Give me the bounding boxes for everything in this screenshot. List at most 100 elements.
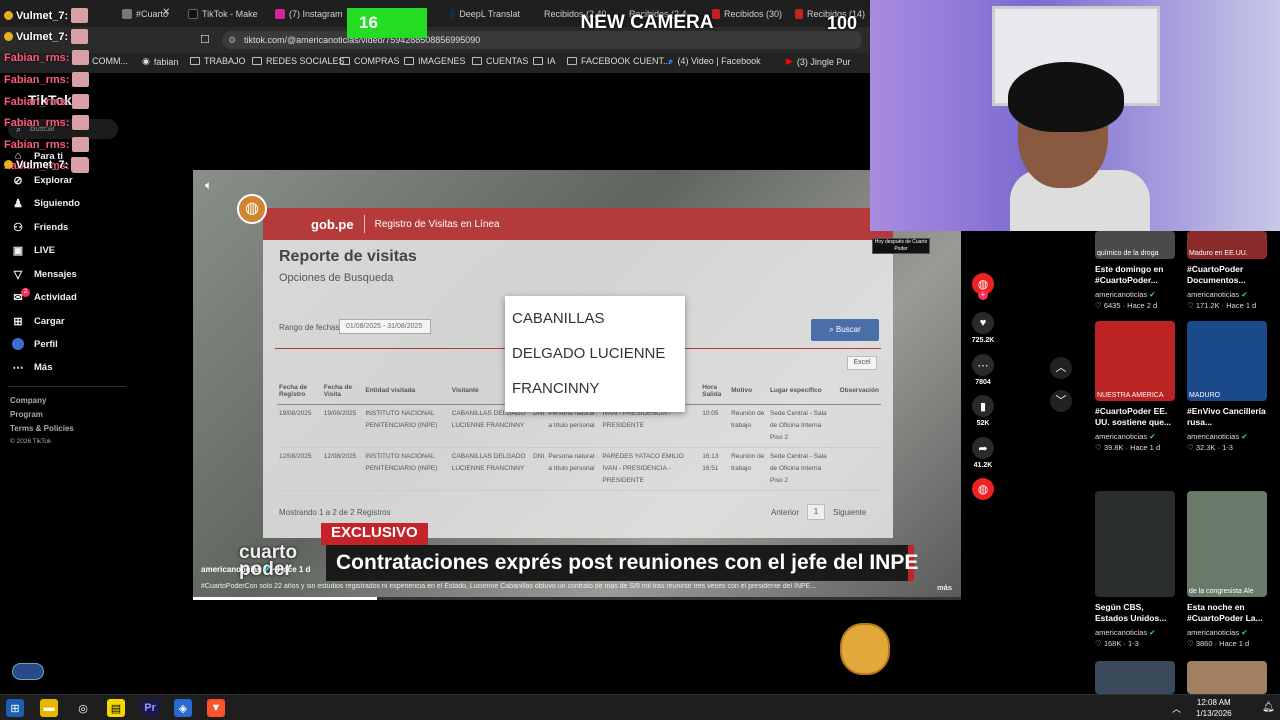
bookmark-item[interactable]: IMAGENES	[404, 56, 466, 66]
video-author[interactable]: americanoticias ✔ · Hace 1 d	[201, 565, 310, 574]
nav-mas[interactable]: ⋯ Más	[12, 361, 53, 374]
tab-favicon	[122, 9, 132, 19]
bookmark-item[interactable]: TRABAJO	[190, 56, 246, 66]
bookmark-item[interactable]: ● (4) Video | Facebook	[668, 56, 761, 66]
music-disc[interactable]: ◍	[971, 478, 995, 500]
table-cell: PAREDES YATACO EMILIO IVAN - PRESIDENCIA…	[600, 447, 701, 491]
table-body: 19/08/2025 19/08/2025 INSTITUTO NACIONAL P…	[277, 404, 881, 491]
obs-icon[interactable]: ◎	[74, 699, 92, 717]
bookmark-item[interactable]: REDES SOCIALES	[252, 56, 345, 66]
nav-perfil[interactable]: Perfil	[12, 338, 58, 350]
nav-label: Cargar	[34, 315, 65, 327]
bookmark-star-icon[interactable]: ☐	[200, 33, 210, 46]
tab-tiktok[interactable]: TikTok - Make	[188, 4, 258, 24]
folder-icon	[340, 57, 350, 65]
feed-title[interactable]: #EnVivo Cancillería rusa...	[1187, 406, 1269, 430]
footer-link[interactable]: Company	[10, 396, 46, 405]
bookmark-item[interactable]: ◉ fabian	[142, 56, 178, 67]
nav-cargar[interactable]: ⊞ Cargar	[12, 315, 65, 328]
feed-title[interactable]: Este domingo en #CuartoPoder...	[1095, 264, 1177, 288]
pagination: Anterior 1 Siguiente	[771, 504, 866, 520]
footer-link[interactable]: Terms & Policies	[10, 424, 74, 433]
bookmark-label: FACEBOOK CUENT...	[581, 56, 671, 66]
notification-bell-icon[interactable]: 🔔︎	[1262, 702, 1275, 713]
notes-icon[interactable]: ▤	[107, 699, 125, 717]
nav-live[interactable]: ▣ LIVE	[12, 244, 55, 257]
feed-author-name: americanoticias	[1095, 290, 1148, 299]
save-button[interactable]: ▮ 52K	[971, 395, 995, 427]
feed-thumbnail[interactable]: NUESTRA AMERICA	[1095, 321, 1175, 401]
promo-badge: Hoy después de Cuarto Poder	[872, 238, 930, 254]
clock-time: 12:08 AM	[1196, 698, 1231, 707]
comment-button[interactable]: ⋯ 7804	[971, 354, 995, 386]
nav-explorar[interactable]: ⊘ Explorar	[12, 174, 72, 187]
video-progress[interactable]	[193, 597, 961, 600]
feed-author[interactable]: americanoticias ✔	[1095, 432, 1155, 441]
bookmark-item[interactable]: COMPRAS	[340, 56, 400, 66]
feed-title[interactable]: #CuartoPoder Documentos...	[1187, 264, 1269, 288]
verified-icon: ✔	[1239, 432, 1248, 441]
feed-author[interactable]: americanoticias ✔	[1095, 628, 1155, 637]
tab-instagram[interactable]: (7) Instagram	[275, 4, 345, 24]
bookmark-item[interactable]: FACEBOOK CUENT...	[567, 56, 671, 66]
previous-video-button[interactable]: ︿	[1050, 357, 1072, 379]
nav-friends[interactable]: ⚇ Friends	[12, 221, 68, 234]
feed-views: 171.2K	[1195, 301, 1220, 310]
bookmark-item[interactable]: CUENTAS	[472, 56, 528, 66]
video-player[interactable]: 🔈︎ gob.pe Registro de Visitas en Línea R…	[193, 170, 961, 600]
bookmark-item[interactable]: COMM...	[92, 56, 128, 66]
feed-thumbnail[interactable]	[1095, 661, 1175, 694]
nav-mensajes[interactable]: ▽ Mensajes	[12, 268, 77, 281]
next-video-button[interactable]: ﹀	[1050, 390, 1072, 412]
feed-views: 168K	[1103, 639, 1122, 648]
feed-title[interactable]: Según CBS, Estados Unidos...	[1095, 602, 1177, 626]
bookmark-label: CUENTAS	[486, 56, 529, 66]
verified-icon: ✔	[1147, 290, 1156, 299]
footer-link[interactable]: Program	[10, 410, 43, 419]
tray-chevron-icon[interactable]: ︿	[1172, 702, 1181, 715]
bookmark-item[interactable]: ▶ (3) Jingle Pur	[786, 56, 850, 67]
follow-plus-icon[interactable]: +	[978, 290, 988, 300]
nav-siguiendo[interactable]: ♟ Siguiendo	[12, 197, 80, 210]
verified-icon: ✔	[1147, 628, 1156, 637]
feed-author[interactable]: americanoticias ✔	[1187, 290, 1247, 299]
feed-thumbnail[interactable]: químico de la droga	[1095, 231, 1175, 259]
feed-title[interactable]: #CuartoPoder EE. UU. sostiene que...	[1095, 406, 1177, 430]
feed-title[interactable]: Esta noche en #CuartoPoder La...	[1187, 602, 1269, 626]
bookmark-item[interactable]: IA	[533, 56, 556, 66]
widget-toggle[interactable]	[12, 663, 44, 680]
table-cell: INSTITUTO NACIONAL PENITENCIARIO (INPE)	[363, 447, 450, 491]
page-number: 1	[807, 504, 826, 520]
start-icon[interactable]: ⊞	[6, 699, 24, 717]
close-tab-icon[interactable]: ✕	[162, 7, 170, 18]
premiere-icon[interactable]: Pr	[141, 699, 159, 717]
feed-author[interactable]: americanoticias ✔	[1187, 628, 1247, 637]
feed-author[interactable]: americanoticias ✔	[1187, 432, 1247, 441]
like-button[interactable]: ♥ 725.2K	[971, 312, 995, 344]
feed-thumbnail[interactable]	[1095, 491, 1175, 597]
name-callout: CABANILLAS DELGADO LUCIENNE FRANCINNY	[505, 296, 685, 412]
feed-thumbnail[interactable]: MADURO	[1187, 321, 1267, 401]
feed-thumbnail[interactable]: Maduro en EE.UU.	[1187, 231, 1267, 259]
table-cell: Reunión de trabajo	[729, 404, 768, 448]
friends-icon: ⚇	[13, 221, 23, 234]
chat-username: Vulmet_7:	[16, 30, 69, 43]
share-count: 41.2K	[973, 462, 993, 469]
more-link[interactable]: más	[937, 583, 952, 592]
app-icon[interactable]: ◈	[174, 699, 192, 717]
feed-views: 39.8K	[1103, 443, 1124, 452]
feed-author[interactable]: americanoticias ✔	[1095, 290, 1155, 299]
file-explorer-icon[interactable]: ▬	[40, 699, 58, 717]
site-info-icon[interactable]: ⚙	[228, 31, 236, 49]
mascot-sticker	[840, 623, 890, 675]
feed-thumbnail[interactable]	[1187, 661, 1267, 694]
brave-browser-icon[interactable]: ▼	[207, 699, 225, 717]
system-clock[interactable]: 12:08 AM 1/13/2026	[1196, 697, 1232, 719]
share-button[interactable]: ➦ 41.2K	[971, 437, 995, 469]
volume-icon[interactable]: 🔈︎	[205, 178, 212, 193]
creator-avatar[interactable]: ◍ +	[971, 273, 995, 300]
profile-icon	[12, 338, 24, 350]
thumbnail-text: MADURO	[1189, 392, 1221, 399]
chat-username: Fabian_rms:	[4, 138, 70, 151]
feed-thumbnail[interactable]: de la congresista Ale	[1187, 491, 1267, 597]
